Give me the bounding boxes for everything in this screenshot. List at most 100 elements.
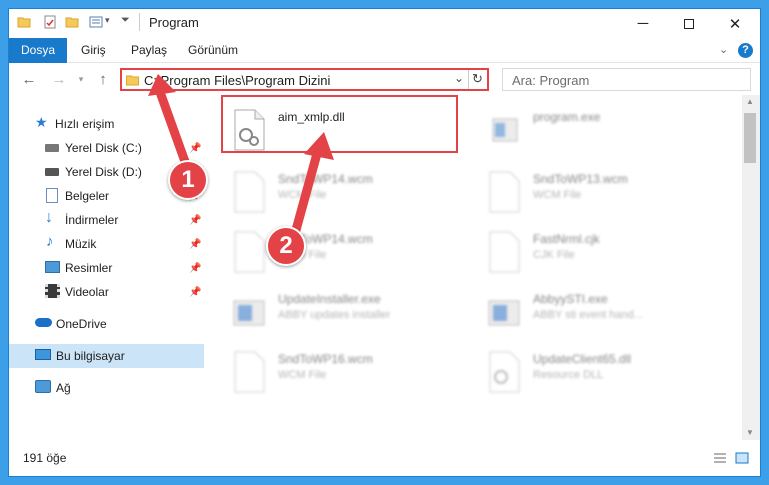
scroll-down-icon[interactable]: ▼ bbox=[746, 428, 754, 437]
minimize-button[interactable]: ─ bbox=[620, 9, 666, 38]
step-1-badge: 1 bbox=[168, 160, 208, 200]
refresh-icon[interactable]: ↻ bbox=[472, 71, 483, 87]
address-bar[interactable]: C:\Program Files\Program Dizini ⌄ ↻ bbox=[120, 68, 489, 91]
exe-file-icon bbox=[488, 300, 520, 326]
search-box[interactable]: Ara: Program bbox=[502, 68, 751, 91]
file-name: SndToWP13.wcm bbox=[533, 172, 628, 186]
sidebar-item-pictures[interactable]: Resimler 📌 bbox=[9, 256, 205, 280]
sidebar-item-label: Hızlı erişim bbox=[55, 117, 115, 131]
view-options-icon[interactable] bbox=[89, 15, 103, 29]
arrow-right-icon: → bbox=[51, 70, 67, 88]
title-bar: ▾ ⏷ Program ─ ✕ bbox=[9, 9, 760, 38]
properties-icon[interactable] bbox=[43, 15, 57, 29]
file-description: CJK File bbox=[533, 249, 575, 261]
step-2-badge: 2 bbox=[266, 226, 306, 266]
help-icon[interactable]: ? bbox=[738, 43, 753, 58]
pin-icon[interactable]: 📌 bbox=[189, 287, 201, 298]
videos-icon bbox=[45, 284, 60, 298]
sidebar-item-label: OneDrive bbox=[56, 317, 107, 331]
sidebar-item-onedrive[interactable]: OneDrive bbox=[9, 312, 205, 336]
maximize-icon bbox=[684, 18, 694, 29]
divider bbox=[468, 70, 469, 89]
exe-file-icon bbox=[233, 300, 265, 326]
status-bar: 191 öğe bbox=[9, 440, 760, 476]
scrollbar-thumb[interactable] bbox=[744, 113, 756, 163]
recent-locations-button[interactable]: ▾ bbox=[71, 69, 91, 89]
network-icon bbox=[35, 380, 51, 393]
tab-file[interactable]: Dosya bbox=[9, 38, 67, 63]
new-folder-icon[interactable] bbox=[65, 15, 79, 29]
sidebar-item-label: Yerel Disk (C:) bbox=[65, 141, 142, 155]
sidebar-item-quick-access[interactable]: ★ Hızlı erişim bbox=[9, 112, 205, 136]
file-item[interactable]: SndToWP13.wcm WCM File bbox=[487, 167, 727, 221]
arrow-up-icon: ↑ bbox=[99, 70, 107, 88]
divider bbox=[139, 13, 140, 31]
sidebar-item-downloads[interactable]: ↓ İndirmeler 📌 bbox=[9, 208, 205, 232]
sidebar-item-videos[interactable]: Videolar 📌 bbox=[9, 280, 205, 304]
navigation-pane: ★ Hızlı erişim Yerel Disk (C:) 📌 Yerel D… bbox=[9, 95, 209, 440]
close-button[interactable]: ✕ bbox=[712, 9, 758, 38]
sidebar-item-label: İndirmeler bbox=[65, 213, 119, 227]
file-name: SndToWP14.wcm bbox=[278, 172, 373, 186]
document-file-icon bbox=[234, 171, 265, 213]
pin-icon[interactable]: 📌 bbox=[189, 263, 201, 274]
window-title: Program bbox=[149, 15, 199, 30]
file-item[interactable]: SndToWP16.wcm WCM File bbox=[232, 347, 472, 401]
file-item[interactable]: SndToWP14.wcm WCM File bbox=[232, 167, 472, 221]
forward-button[interactable]: → bbox=[49, 69, 69, 89]
document-file-icon bbox=[234, 231, 265, 273]
sidebar-item-label: Müzik bbox=[65, 237, 97, 251]
file-description: ABBY sti event hand... bbox=[533, 309, 643, 321]
back-button[interactable]: ← bbox=[19, 69, 39, 89]
sidebar-item-network[interactable]: Ağ bbox=[9, 376, 205, 400]
file-description: WCM File bbox=[278, 369, 327, 381]
sidebar-item-label: Bu bilgisayar bbox=[56, 349, 125, 363]
file-name: program.exe bbox=[533, 110, 601, 124]
chevron-down-icon: ▾ bbox=[78, 73, 84, 84]
file-description: Resource DLL bbox=[533, 369, 604, 381]
file-name: SndToWP16.wcm bbox=[278, 352, 373, 366]
file-item[interactable]: UpdateClient65.dll Resource DLL bbox=[487, 347, 727, 401]
large-icons-view-icon[interactable] bbox=[735, 452, 749, 464]
computer-icon bbox=[35, 349, 51, 360]
file-item[interactable]: AbbyySTI.exe ABBY sti event hand... bbox=[487, 287, 727, 341]
pin-icon[interactable]: 📌 bbox=[189, 239, 201, 250]
vertical-scrollbar[interactable]: ▲ ▼ bbox=[742, 95, 760, 440]
documents-icon bbox=[46, 188, 58, 203]
sidebar-item-this-pc[interactable]: Bu bilgisayar bbox=[9, 344, 204, 368]
pictures-icon bbox=[45, 261, 60, 273]
file-item[interactable]: FastNrml.cjk CJK File bbox=[487, 227, 727, 281]
sidebar-item-music[interactable]: ♪ Müzik 📌 bbox=[9, 232, 205, 256]
ribbon-tabs: Dosya Giriş Paylaş Görünüm ⌄ ? bbox=[9, 38, 760, 63]
file-item[interactable]: UpdateInstaller.exe ABBY updates install… bbox=[232, 287, 472, 341]
cloud-icon bbox=[35, 318, 52, 327]
details-view-icon[interactable] bbox=[713, 452, 727, 464]
pin-icon[interactable]: 📌 bbox=[189, 143, 201, 154]
up-button[interactable]: ↑ bbox=[93, 69, 113, 89]
tab-home[interactable]: Giriş bbox=[81, 38, 106, 63]
customize-dropdown-icon[interactable]: ▾ bbox=[105, 15, 110, 26]
document-file-icon bbox=[489, 231, 520, 273]
file-description: WCM File bbox=[533, 189, 582, 201]
sidebar-item-label: Videolar bbox=[65, 285, 109, 299]
item-count: 191 öğe bbox=[23, 451, 67, 465]
file-description: ABBY updates installer bbox=[278, 309, 391, 321]
arrow-left-icon: ← bbox=[21, 70, 37, 88]
file-description: WCM File bbox=[278, 189, 327, 201]
quick-access-toolbar-dropdown-icon[interactable]: ⏷ bbox=[121, 14, 130, 27]
search-input[interactable]: Ara: Program bbox=[512, 73, 589, 88]
tab-view[interactable]: Görünüm bbox=[188, 38, 238, 63]
sidebar-item-drive-c[interactable]: Yerel Disk (C:) 📌 bbox=[9, 136, 205, 160]
tab-share[interactable]: Paylaş bbox=[131, 38, 167, 63]
file-name: FastNrml.cjk bbox=[533, 232, 600, 246]
file-name: UpdateClient65.dll bbox=[533, 352, 632, 366]
exe-file-icon bbox=[492, 118, 518, 142]
maximize-button[interactable] bbox=[666, 9, 712, 38]
file-item[interactable]: program.exe bbox=[487, 105, 727, 159]
address-path: C:\Program Files\Program Dizini bbox=[144, 73, 331, 88]
expand-ribbon-icon[interactable]: ⌄ bbox=[719, 43, 728, 56]
file-name: UpdateInstaller.exe bbox=[278, 292, 381, 306]
pin-icon[interactable]: 📌 bbox=[189, 215, 201, 226]
scroll-up-icon[interactable]: ▲ bbox=[746, 97, 754, 106]
address-dropdown-icon[interactable]: ⌄ bbox=[454, 71, 464, 85]
